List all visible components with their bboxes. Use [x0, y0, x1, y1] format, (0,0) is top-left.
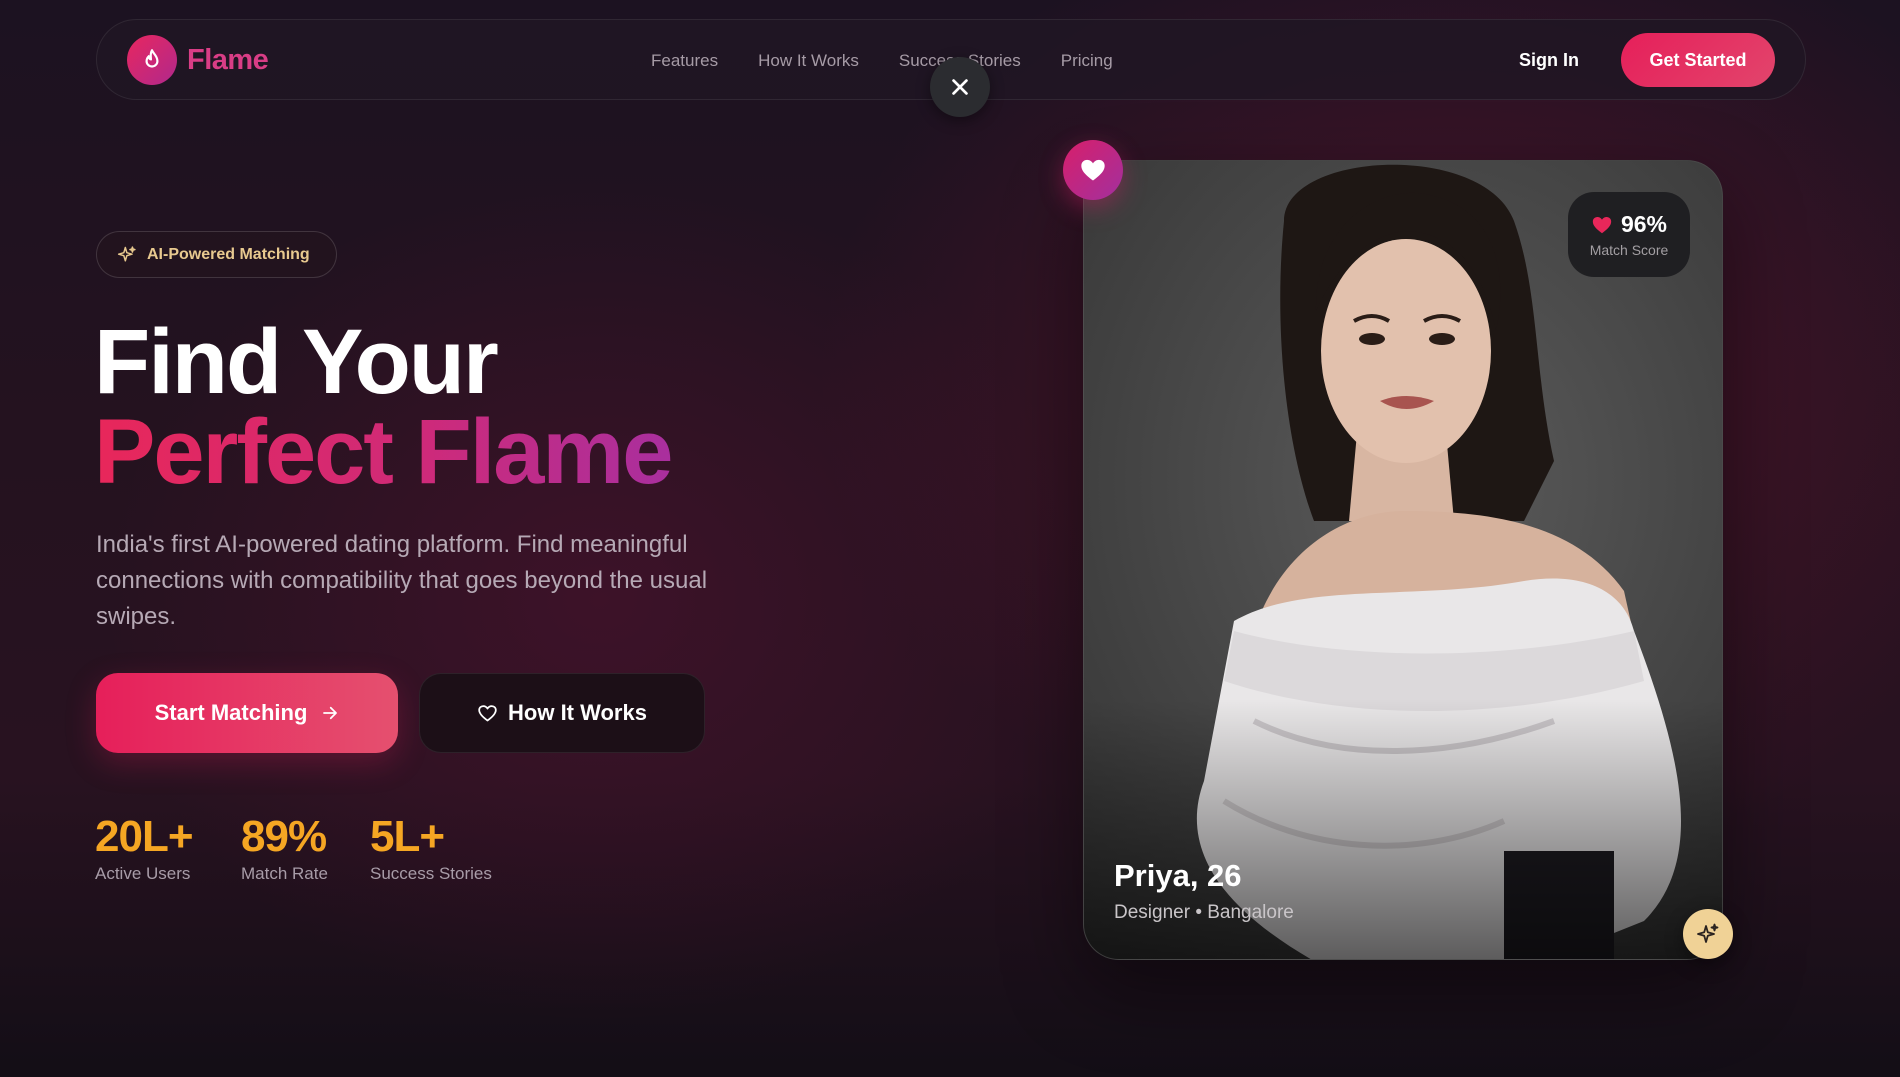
profile-name: Priya, 26	[1114, 858, 1242, 893]
heart-outline-icon	[478, 704, 497, 721]
stat-match-rate: 89% Match Rate	[241, 812, 328, 884]
hero-subtitle: India's first AI-powered dating platform…	[96, 531, 708, 630]
stat-value: 20L+	[95, 812, 194, 861]
sparkles-icon	[117, 245, 136, 262]
close-button[interactable]	[930, 57, 990, 117]
stat-label: Active Users	[95, 864, 191, 883]
match-score-label: Match Score	[1589, 242, 1669, 258]
match-score-badge: 96% Match Score	[1568, 192, 1690, 277]
brand-logo[interactable]: Flame	[127, 35, 269, 85]
heart-icon	[1081, 159, 1105, 181]
how-it-works-button[interactable]: How It Works	[419, 673, 705, 753]
hero-title-line2: Perfect Flame	[94, 401, 673, 503]
stat-label: Success Stories	[370, 864, 492, 883]
sign-in-link[interactable]: Sign In	[1519, 50, 1579, 71]
nav-links: Features How It Works Success Stories Pr…	[651, 20, 1153, 101]
start-matching-button[interactable]: Start Matching	[96, 673, 398, 753]
sparkles-icon	[1697, 923, 1719, 943]
flame-icon	[127, 35, 177, 85]
ai-badge-label: AI-Powered Matching	[147, 245, 310, 263]
nav-link-how-it-works[interactable]: How It Works	[758, 51, 859, 71]
match-score-value: 96%	[1620, 211, 1668, 237]
stat-label: Match Rate	[241, 864, 328, 883]
nav-link-pricing[interactable]: Pricing	[1061, 51, 1113, 71]
stat-success-stories: 5L+ Success Stories	[370, 812, 492, 884]
brand-name: Flame	[187, 43, 269, 76]
get-started-button[interactable]: Get Started	[1621, 33, 1775, 87]
profile-card[interactable]	[1083, 160, 1723, 960]
ai-sparkle-button[interactable]	[1683, 909, 1733, 959]
match-score-row: 96%	[1591, 211, 1667, 238]
heart-icon	[1592, 216, 1612, 233]
stat-value: 5L+	[370, 812, 445, 861]
stat-active-users: 20L+ Active Users	[95, 812, 194, 884]
nav-link-features[interactable]: Features	[651, 51, 718, 71]
stat-value: 89%	[241, 812, 327, 861]
hero-title-line1: Find Your	[94, 311, 499, 413]
like-button[interactable]	[1063, 140, 1123, 200]
close-icon	[952, 79, 968, 95]
how-it-works-label: How It Works	[508, 700, 647, 725]
start-matching-label: Start Matching	[154, 700, 308, 725]
profile-meta: Designer • Bangalore	[1114, 902, 1294, 923]
ai-badge: AI-Powered Matching	[96, 231, 337, 278]
arrow-right-icon	[323, 706, 338, 720]
